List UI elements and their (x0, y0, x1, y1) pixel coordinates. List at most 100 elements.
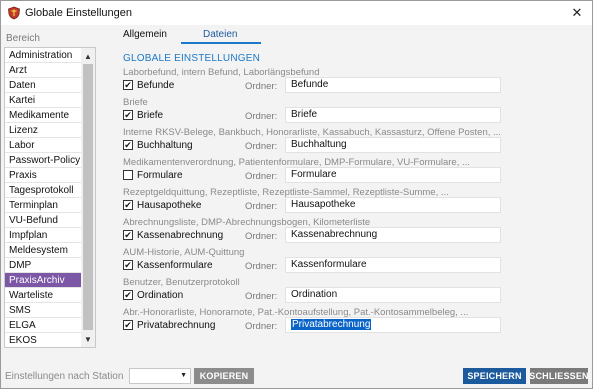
checkbox[interactable]: ✔ (123, 80, 133, 90)
ordner-input[interactable]: Privatabrechnung (285, 317, 501, 333)
ordner-input-value: Formulare (291, 169, 337, 180)
ordner-input-value: Hausapotheke (291, 199, 356, 210)
sidebar-item-vu-befund[interactable]: VU-Befund (5, 213, 81, 228)
ordner-input-value: Privatabrechnung (291, 319, 372, 330)
checkbox[interactable] (123, 170, 133, 180)
group-description: Briefe (123, 97, 148, 108)
sidebar-item-warteliste[interactable]: Warteliste (5, 288, 81, 303)
ordner-input-value: Briefe (291, 109, 318, 120)
ordner-input-value: Ordination (291, 289, 338, 300)
sidebar-item-arzt[interactable]: Arzt (5, 63, 81, 78)
sidebar-item-praxisarchiv[interactable]: PraxisArchiv (5, 273, 81, 288)
ordner-input[interactable]: Buchhaltung (285, 137, 501, 153)
checkbox-label[interactable]: Kassenabrechnung (137, 230, 223, 241)
sidebar-item-kartei[interactable]: Kartei (5, 93, 81, 108)
sidebar-item-impfplan[interactable]: Impfplan (5, 228, 81, 243)
close-icon[interactable]: ✕ (562, 1, 592, 25)
ordner-label: Ordner: (245, 81, 278, 92)
ordner-input-value: Buchhaltung (291, 139, 347, 150)
app-shield-icon (7, 6, 21, 20)
tab-dateien[interactable]: Dateien (203, 29, 237, 40)
checkbox-label[interactable]: Privatabrechnung (137, 320, 215, 331)
setting-group: Briefe ✔ Briefe Ordner: Briefe (123, 97, 515, 127)
ordner-label: Ordner: (245, 231, 278, 242)
sidebar-item-meldesystem[interactable]: Meldesystem (5, 243, 81, 258)
ordner-input-value: Befunde (291, 79, 329, 90)
title-bar: Globale Einstellungen ✕ (1, 1, 592, 25)
ordner-input[interactable]: Ordination (285, 287, 501, 303)
dateien-panel: GLOBALE EINSTELLUNGEN Laborbefund, inter… (113, 47, 513, 348)
checkbox-label[interactable]: Buchhaltung (137, 140, 193, 151)
sidebar-item-dmp[interactable]: DMP (5, 258, 81, 273)
checkbox[interactable]: ✔ (123, 320, 133, 330)
sidebar-item-administration[interactable]: Administration (5, 48, 81, 63)
setting-group: Benutzer, Benutzerprotokoll ✔ Ordination Or… (123, 277, 515, 307)
sidebar-scrollbar[interactable]: ▲ ▼ (81, 48, 95, 347)
group-description: AUM-Historie, AUM-Quittung (123, 247, 245, 258)
sidebar-items: Administration Arzt Daten Kartei Medikamente… (5, 48, 81, 347)
ordner-label: Ordner: (245, 171, 278, 182)
sidebar-item-praxis[interactable]: Praxis (5, 168, 81, 183)
checkbox[interactable]: ✔ (123, 200, 133, 210)
checkbox[interactable]: ✔ (123, 290, 133, 300)
bereich-list: Administration Arzt Daten Kartei Medikamente… (4, 47, 96, 348)
group-description: Benutzer, Benutzerprotokoll (123, 277, 240, 288)
scroll-down-icon[interactable]: ▼ (81, 332, 95, 346)
speichern-button[interactable]: SPEICHERN (463, 368, 526, 384)
setting-group: AUM-Historie, AUM-Quittung ✔ Kassenformula… (123, 247, 515, 277)
checkmark-icon: ✔ (124, 79, 132, 90)
checkbox-label[interactable]: Befunde (137, 80, 174, 91)
ordner-input[interactable]: Briefe (285, 107, 501, 123)
sidebar-item-terminplan[interactable]: Terminplan (5, 198, 81, 213)
ordner-input-value: Kassenformulare (291, 259, 367, 270)
checkbox-label[interactable]: Kassenformulare (137, 260, 213, 271)
sidebar-item-medikamente[interactable]: Medikamente (5, 108, 81, 123)
scroll-up-icon[interactable]: ▲ (81, 49, 95, 63)
checkmark-icon: ✔ (124, 199, 132, 210)
chevron-down-icon: ▼ (180, 372, 187, 379)
sidebar-item-labor[interactable]: Labor (5, 138, 81, 153)
ordner-input[interactable]: Befunde (285, 77, 501, 93)
ordner-label: Ordner: (245, 141, 278, 152)
tab-allgemein[interactable]: Allgemein (123, 29, 167, 40)
ordner-label: Ordner: (245, 111, 278, 122)
scroll-thumb[interactable] (83, 64, 93, 330)
sidebar-item-passwort-policy[interactable]: Passwort-Policy (5, 153, 81, 168)
window-title: Globale Einstellungen (25, 7, 133, 19)
checkmark-icon: ✔ (124, 109, 132, 120)
checkbox[interactable]: ✔ (123, 260, 133, 270)
ordner-input[interactable]: Formulare (285, 167, 501, 183)
checkbox[interactable]: ✔ (123, 140, 133, 150)
section-heading: GLOBALE EINSTELLUNGEN (123, 53, 261, 64)
setting-group: Rezeptgeldquittung, Rezeptliste, Rezeptl… (123, 187, 515, 217)
sidebar-item-elga[interactable]: ELGA (5, 318, 81, 333)
active-tab-indicator (181, 42, 261, 44)
sidebar-item-sms[interactable]: SMS (5, 303, 81, 318)
checkbox[interactable]: ✔ (123, 230, 133, 240)
setting-group: Interne RKSV-Belege, Bankbuch, Honorarli… (123, 127, 515, 157)
checkbox-label[interactable]: Formulare (137, 170, 183, 181)
checkmark-icon: ✔ (124, 289, 132, 300)
ordner-input-value: Kassenabrechnung (291, 229, 378, 240)
setting-group: Laborbefund, intern Befund, Laborlängsbe… (123, 67, 515, 97)
checkmark-icon: ✔ (124, 259, 132, 270)
station-select[interactable]: ▼ (129, 368, 191, 384)
checkmark-icon: ✔ (124, 319, 132, 330)
sidebar-item-daten[interactable]: Daten (5, 78, 81, 93)
sidebar-item-lizenz[interactable]: Lizenz (5, 123, 81, 138)
kopieren-button[interactable]: KOPIEREN (194, 368, 254, 384)
checkbox-label[interactable]: Briefe (137, 110, 163, 121)
ordner-input[interactable]: Kassenabrechnung (285, 227, 501, 243)
checkbox-label[interactable]: Ordination (137, 290, 183, 301)
ordner-label: Ordner: (245, 291, 278, 302)
ordner-input[interactable]: Kassenformulare (285, 257, 501, 273)
schliessen-button[interactable]: SCHLIESSEN (529, 368, 589, 384)
checkmark-icon: ✔ (124, 229, 132, 240)
checkmark-icon: ✔ (124, 139, 132, 150)
checkbox-label[interactable]: Hausapotheke (137, 200, 202, 211)
sidebar-item-ekos[interactable]: EKOS (5, 333, 81, 347)
ordner-label: Ordner: (245, 201, 278, 212)
sidebar-item-tagesprotokoll[interactable]: Tagesprotokoll (5, 183, 81, 198)
ordner-input[interactable]: Hausapotheke (285, 197, 501, 213)
checkbox[interactable]: ✔ (123, 110, 133, 120)
